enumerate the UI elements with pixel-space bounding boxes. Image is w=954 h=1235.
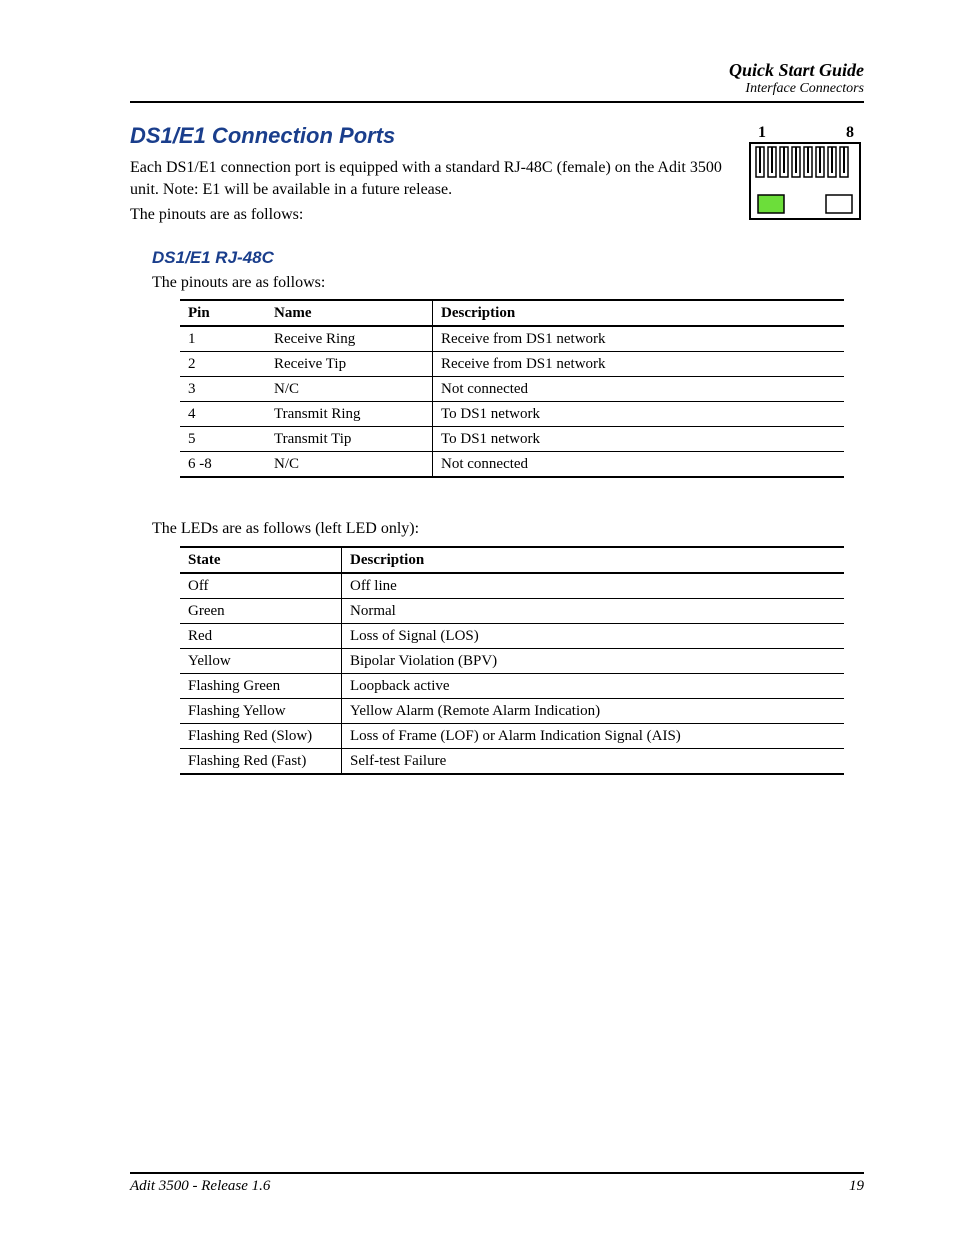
cell-description: Loopback active [342,673,845,698]
table-row: 2Receive TipReceive from DS1 network [180,352,844,377]
cell-pin: 5 [180,427,266,452]
table-row: GreenNormal [180,598,844,623]
section-heading: DS1/E1 Connection Ports [130,123,730,149]
header-rule [130,101,864,103]
right-led-icon [826,195,852,213]
table-row: 6 -8N/CNot connected [180,452,844,478]
header-title: Quick Start Guide [130,60,864,81]
footer-rule [130,1172,864,1174]
connector-pin-8-label: 8 [846,124,854,141]
page-header: Quick Start Guide Interface Connectors [130,60,864,97]
table-header-row: Pin Name Description [180,300,844,326]
table-row: Flashing Red (Slow)Loss of Frame (LOF) o… [180,723,844,748]
cell-description: Not connected [433,377,845,402]
col-header-description: Description [433,300,845,326]
table-row: 3N/CNot connected [180,377,844,402]
pinouts-lead-2: The pinouts are as follows: [152,272,864,294]
cell-pin: 4 [180,402,266,427]
subsection-heading: DS1/E1 RJ-48C [152,248,864,268]
pinout-table: Pin Name Description 1Receive RingReceiv… [180,299,844,478]
cell-pin: 3 [180,377,266,402]
cell-state: Flashing Yellow [180,698,342,723]
pinouts-lead-1: The pinouts are as follows: [130,204,730,226]
cell-state: Yellow [180,648,342,673]
cell-state: Green [180,598,342,623]
cell-description: Receive from DS1 network [433,326,845,352]
cell-name: Receive Ring [266,326,433,352]
cell-state: Flashing Red (Fast) [180,748,342,774]
table-row: Flashing YellowYellow Alarm (Remote Alar… [180,698,844,723]
table-row: 1Receive RingReceive from DS1 network [180,326,844,352]
cell-description: To DS1 network [433,402,845,427]
rj48c-connector-figure: 1 8 [746,123,864,228]
col-header-description: Description [342,547,845,573]
cell-description: Receive from DS1 network [433,352,845,377]
led-lead: The LEDs are as follows (left LED only): [152,518,864,540]
col-header-state: State [180,547,342,573]
col-header-name: Name [266,300,433,326]
cell-name: N/C [266,377,433,402]
cell-description: Yellow Alarm (Remote Alarm Indication) [342,698,845,723]
cell-description: Off line [342,573,845,599]
table-header-row: State Description [180,547,844,573]
cell-state: Flashing Red (Slow) [180,723,342,748]
led-table: State Description OffOff lineGreenNormal… [180,546,844,775]
cell-description: Not connected [433,452,845,478]
table-row: 5Transmit TipTo DS1 network [180,427,844,452]
cell-description: Normal [342,598,845,623]
cell-description: Loss of Signal (LOS) [342,623,845,648]
cell-state: Flashing Green [180,673,342,698]
col-header-pin: Pin [180,300,266,326]
table-row: OffOff line [180,573,844,599]
header-subtitle: Interface Connectors [130,81,864,97]
cell-state: Off [180,573,342,599]
cell-pin: 2 [180,352,266,377]
table-row: Flashing GreenLoopback active [180,673,844,698]
cell-name: N/C [266,452,433,478]
cell-name: Transmit Tip [266,427,433,452]
table-row: 4Transmit RingTo DS1 network [180,402,844,427]
cell-description: Self-test Failure [342,748,845,774]
connector-pin-1-label: 1 [758,124,766,141]
cell-description: Loss of Frame (LOF) or Alarm Indication … [342,723,845,748]
cell-state: Red [180,623,342,648]
section-intro: Each DS1/E1 connection port is equipped … [130,157,730,200]
table-row: YellowBipolar Violation (BPV) [180,648,844,673]
left-led-icon [758,195,784,213]
cell-description: To DS1 network [433,427,845,452]
cell-name: Receive Tip [266,352,433,377]
footer-page-number: 19 [849,1178,864,1195]
table-row: Flashing Red (Fast)Self-test Failure [180,748,844,774]
cell-name: Transmit Ring [266,402,433,427]
table-row: RedLoss of Signal (LOS) [180,623,844,648]
footer-left: Adit 3500 - Release 1.6 [130,1178,270,1195]
cell-description: Bipolar Violation (BPV) [342,648,845,673]
page-footer: Adit 3500 - Release 1.6 19 [130,1172,864,1195]
cell-pin: 6 -8 [180,452,266,478]
cell-pin: 1 [180,326,266,352]
